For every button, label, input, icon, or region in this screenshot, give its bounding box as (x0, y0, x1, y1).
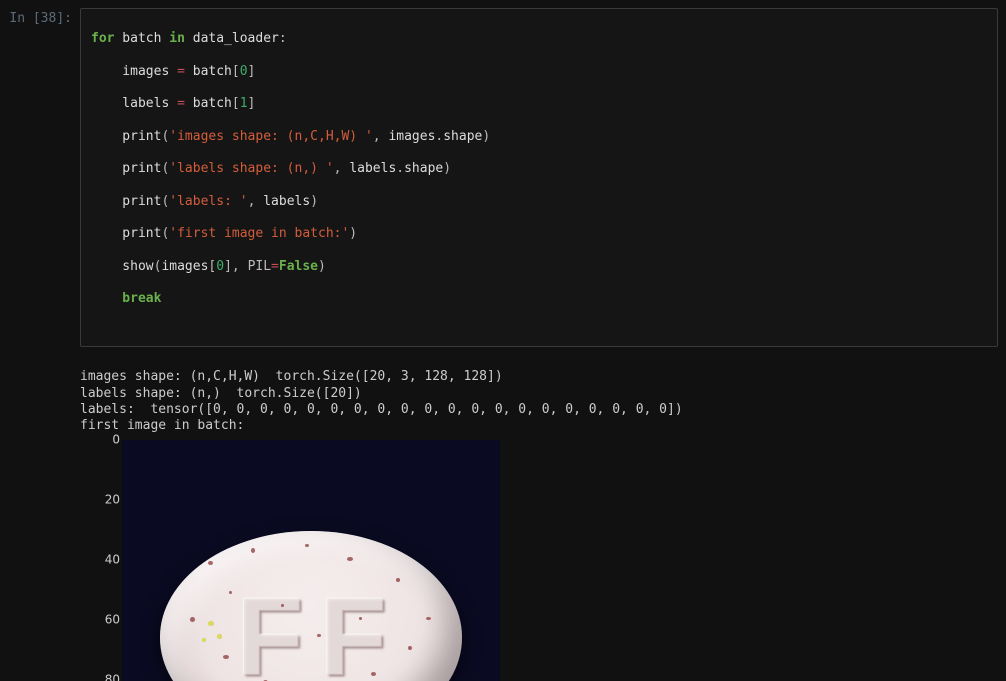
bool: False (279, 259, 318, 274)
idx: 1 (240, 96, 248, 111)
output-line: first image in batch: (80, 418, 244, 433)
arg: labels (349, 161, 396, 176)
eq: = (177, 96, 185, 111)
speck (359, 617, 362, 620)
comma: , (248, 194, 264, 209)
eq: = (271, 259, 279, 274)
paren-close: ) (482, 129, 490, 144)
imprint-letter: F (320, 583, 385, 681)
call-print: print (91, 194, 161, 209)
var-dataloader: data_loader (185, 31, 279, 46)
code-input[interactable]: for batch in data_loader: images = batch… (80, 8, 998, 347)
speck (251, 548, 255, 553)
call-print: print (91, 161, 161, 176)
imprint-letter: F (237, 583, 302, 681)
y-tick-label: 40 (88, 552, 120, 567)
paren-close: ) (349, 226, 357, 241)
speck (408, 646, 412, 650)
rhs: batch (185, 96, 232, 111)
str: 'first image in batch:' (169, 226, 349, 241)
output-line: labels: tensor([0, 0, 0, 0, 0, 0, 0, 0, … (80, 402, 683, 417)
pill-imprint: F F (237, 583, 385, 681)
output-line: labels shape: (n,) torch.Size([20]) (80, 386, 362, 401)
bracket-open: [ (232, 64, 240, 79)
bracket-close: ] (248, 96, 256, 111)
speck-yellow (202, 638, 206, 642)
input-prompt: In [38]: (8, 8, 80, 27)
speck (281, 604, 284, 607)
kw-for: for (91, 31, 114, 46)
y-tick-label: 60 (88, 612, 120, 627)
str: 'labels: ' (169, 194, 247, 209)
notebook-cell: In [38]: for batch in data_loader: image… (0, 0, 1006, 347)
speck (426, 617, 431, 620)
paren-close: ) (310, 194, 318, 209)
attr: shape (404, 161, 443, 176)
eq: = (177, 64, 185, 79)
kw-break: break (91, 291, 161, 306)
speck (371, 672, 376, 676)
str: 'images shape: (n,C,H,W) ' (169, 129, 373, 144)
call-show: show (91, 259, 154, 274)
paren-close: ) (318, 259, 326, 274)
var-images: images (91, 64, 177, 79)
output-line: images shape: (n,C,H,W) torch.Size([20, … (80, 369, 503, 384)
rhs: batch (185, 64, 232, 79)
bracket-close: ] (224, 259, 232, 274)
y-tick-label: 80 (88, 672, 120, 681)
attr: shape (443, 129, 482, 144)
speck (223, 655, 229, 659)
call-print: print (91, 226, 161, 241)
cell-output: images shape: (n,C,H,W) torch.Size([20, … (0, 347, 1006, 681)
speck (305, 544, 309, 547)
arg: images (161, 259, 208, 274)
str: 'labels shape: (n,) ' (169, 161, 333, 176)
speck (396, 578, 400, 582)
arg: images (388, 129, 435, 144)
idx: 0 (240, 64, 248, 79)
speck (229, 591, 232, 594)
bracket-close: ] (248, 64, 256, 79)
speck-yellow (217, 634, 222, 639)
arg: labels (263, 194, 310, 209)
plot-axes: F F (122, 440, 500, 681)
comma: , (373, 129, 389, 144)
speck (317, 634, 321, 637)
bracket-open: [ (232, 96, 240, 111)
kwarg: PIL (248, 259, 271, 274)
speck-yellow (208, 621, 214, 626)
pill-image: F F (122, 440, 500, 681)
call-print: print (91, 129, 161, 144)
dot: . (396, 161, 404, 176)
pill-shape: F F (160, 531, 462, 681)
paren-close: ) (443, 161, 451, 176)
y-tick-label: 20 (88, 493, 120, 508)
y-tick-label: 0 (88, 433, 120, 448)
var-batch: batch (114, 31, 169, 46)
idx: 0 (216, 259, 224, 274)
speck (190, 617, 195, 622)
comma: , (232, 259, 248, 274)
colon: : (279, 31, 287, 46)
matplotlib-figure: F F (80, 436, 510, 681)
comma: , (334, 161, 350, 176)
speck (347, 557, 353, 561)
speck (208, 561, 213, 565)
kw-in: in (169, 31, 185, 46)
var-labels: labels (91, 96, 177, 111)
